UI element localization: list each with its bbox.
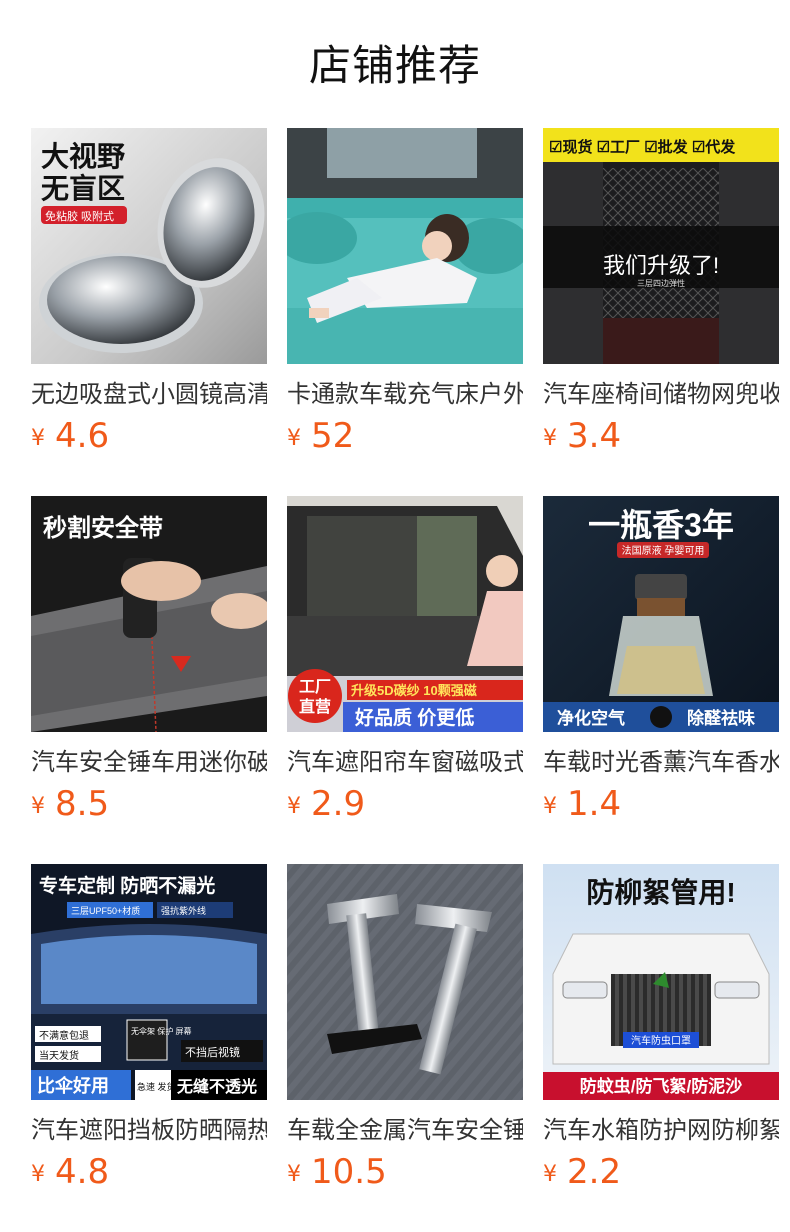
currency-symbol: ¥ xyxy=(31,426,45,451)
image-text: 大视野 xyxy=(41,141,125,172)
price-value: 1.4 xyxy=(567,784,622,824)
product-price: ¥4.8 xyxy=(31,1152,267,1196)
product-image-blind-spot-mirror[interactable]: 大视野 无盲区 免粘胶 吸附式 xyxy=(31,128,267,364)
currency-symbol: ¥ xyxy=(543,794,557,819)
currency-symbol: ¥ xyxy=(287,1162,301,1187)
recommend-page: 店铺推荐 大视野 无盲区 免粘胶 吸附式 无边吸盘式小圆镜高清 ¥ 4.6 卡通… xyxy=(0,0,790,1232)
image-text: ☑现货 ☑工厂 ☑批发 ☑代发 xyxy=(549,138,736,156)
price-value: 10.5 xyxy=(311,1152,387,1192)
price-value: 52 xyxy=(311,416,355,456)
image-text: 净化空气 xyxy=(557,708,625,728)
image-text: 汽车防虫口罩 xyxy=(631,1034,691,1047)
image-text: 我们升级了! xyxy=(603,253,719,278)
product-price: ¥10.5 xyxy=(287,1152,523,1196)
product-card[interactable]: 秒割安全带 汽车安全锤车用迷你破 ¥8.5 xyxy=(31,496,267,824)
product-price: ¥1.4 xyxy=(543,784,779,828)
product-name[interactable]: 汽车遮阳挡板防晒隔热 xyxy=(31,1114,267,1146)
product-card[interactable]: 一瓶香3年 法国原液 孕婴可用 净化空气 除醛祛味 车载时光香薰汽车香水 ¥1.… xyxy=(543,496,779,824)
product-image-window-sunshade[interactable]: 工厂 直营 升级5D碳纱 10颗强磁 好品质 价更低 xyxy=(287,496,523,732)
price-value: 2.2 xyxy=(567,1152,622,1192)
product-image-seat-storage-net[interactable]: ☑现货 ☑工厂 ☑批发 ☑代发 我们升级了! 三层四边弹性 xyxy=(543,128,779,364)
image-text: 三层UPF50+材质 xyxy=(71,905,140,916)
image-text: 升级5D碳纱 10颗强磁 xyxy=(351,683,477,698)
product-name[interactable]: 汽车座椅间储物网兜收 xyxy=(543,378,779,410)
price-value: 3.4 xyxy=(567,416,622,456)
product-name[interactable]: 卡通款车载充气床户外 xyxy=(287,378,523,410)
product-image-belt-cutter[interactable]: 秒割安全带 xyxy=(31,496,267,732)
product-image-radiator-net[interactable]: 防柳絮管用! 汽车防虫口罩 防蚊虫/防飞絮/防泥沙 xyxy=(543,864,779,1100)
price-value: 2.9 xyxy=(311,784,366,824)
image-text: 好品质 价更低 xyxy=(354,706,474,729)
product-card[interactable]: 车载全金属汽车安全锤 ¥10.5 xyxy=(287,864,523,1192)
image-text: 当天发货 xyxy=(39,1049,79,1062)
product-grid: 大视野 无盲区 免粘胶 吸附式 无边吸盘式小圆镜高清 ¥4.6 卡通款车载充气床… xyxy=(31,128,779,1192)
image-text: 不满意包退 xyxy=(39,1029,89,1042)
product-name[interactable]: 汽车遮阳帘车窗磁吸式 xyxy=(287,746,523,778)
image-text: 防柳絮管用! xyxy=(586,876,735,908)
price-value: 4.8 xyxy=(55,1152,110,1192)
product-price: ¥4.6 xyxy=(31,416,267,460)
price-value: 4.6 xyxy=(55,416,110,456)
image-text: 强抗紫外线 xyxy=(161,905,206,916)
product-price: ¥2.2 xyxy=(543,1152,779,1196)
page-title: 店铺推荐 xyxy=(308,41,481,90)
product-name[interactable]: 无边吸盘式小圆镜高清 xyxy=(31,378,267,410)
image-text: 比伞好用 xyxy=(37,1075,109,1096)
image-text: 一瓶香3年 xyxy=(588,507,734,543)
image-text: 秒割安全带 xyxy=(43,514,163,542)
image-text: 无盲区 xyxy=(41,172,125,204)
product-card[interactable]: 防柳絮管用! 汽车防虫口罩 防蚊虫/防飞絮/防泥沙 汽车水箱防护网防柳絮 ¥2.… xyxy=(543,864,779,1192)
product-card[interactable]: 大视野 无盲区 免粘胶 吸附式 无边吸盘式小圆镜高清 ¥4.6 xyxy=(31,128,267,456)
currency-symbol: ¥ xyxy=(287,426,301,451)
image-text: 免粘胶 吸附式 xyxy=(45,209,114,223)
product-card[interactable]: 工厂 直营 升级5D碳纱 10颗强磁 好品质 价更低 汽车遮阳帘车窗磁吸式 ¥2… xyxy=(287,496,523,824)
product-card[interactable]: 卡通款车载充气床户外 ¥52 xyxy=(287,128,523,456)
product-price: ¥8.5 xyxy=(31,784,267,828)
currency-symbol: ¥ xyxy=(31,1162,45,1187)
image-text: 除醛祛味 xyxy=(687,708,755,728)
image-text: 无伞架 保护 屏幕 xyxy=(131,1026,191,1036)
image-text: 无缝不透光 xyxy=(176,1077,257,1096)
image-text: 专车定制 防晒不漏光 xyxy=(39,874,215,897)
image-text: 法国原液 孕婴可用 xyxy=(622,544,705,557)
currency-symbol: ¥ xyxy=(287,794,301,819)
product-image-windshield-sunshade[interactable]: 专车定制 防晒不漏光 三层UPF50+材质 强抗紫外线 不满意包退 当天发货 无… xyxy=(31,864,267,1100)
currency-symbol: ¥ xyxy=(31,794,45,819)
product-card[interactable]: 专车定制 防晒不漏光 三层UPF50+材质 强抗紫外线 不满意包退 当天发货 无… xyxy=(31,864,267,1192)
price-value: 8.5 xyxy=(55,784,110,824)
product-price: ¥3.4 xyxy=(543,416,779,460)
image-text: 急速 发货 xyxy=(137,1081,176,1092)
image-text: 工厂 xyxy=(299,679,331,696)
product-name[interactable]: 车载时光香薰汽车香水 xyxy=(543,746,779,778)
image-text: 不挡后视镜 xyxy=(185,1045,240,1059)
product-card[interactable]: ☑现货 ☑工厂 ☑批发 ☑代发 我们升级了! 三层四边弹性 汽车座椅间储物网兜收… xyxy=(543,128,779,456)
currency-symbol: ¥ xyxy=(543,426,557,451)
image-text: 三层四边弹性 xyxy=(637,278,685,288)
image-text: 直营 xyxy=(299,697,331,716)
product-image-inflatable-bed[interactable] xyxy=(287,128,523,364)
image-text: 防蚊虫/防飞絮/防泥沙 xyxy=(580,1076,742,1096)
product-name[interactable]: 汽车水箱防护网防柳絮 xyxy=(543,1114,779,1146)
product-image-metal-safety-hammer[interactable] xyxy=(287,864,523,1100)
product-name[interactable]: 车载全金属汽车安全锤 xyxy=(287,1114,523,1146)
product-price: ¥52 xyxy=(287,416,523,460)
currency-symbol: ¥ xyxy=(543,1162,557,1187)
product-image-car-perfume[interactable]: 一瓶香3年 法国原液 孕婴可用 净化空气 除醛祛味 xyxy=(543,496,779,732)
product-name[interactable]: 汽车安全锤车用迷你破 xyxy=(31,746,267,778)
product-price: ¥2.9 xyxy=(287,784,523,828)
